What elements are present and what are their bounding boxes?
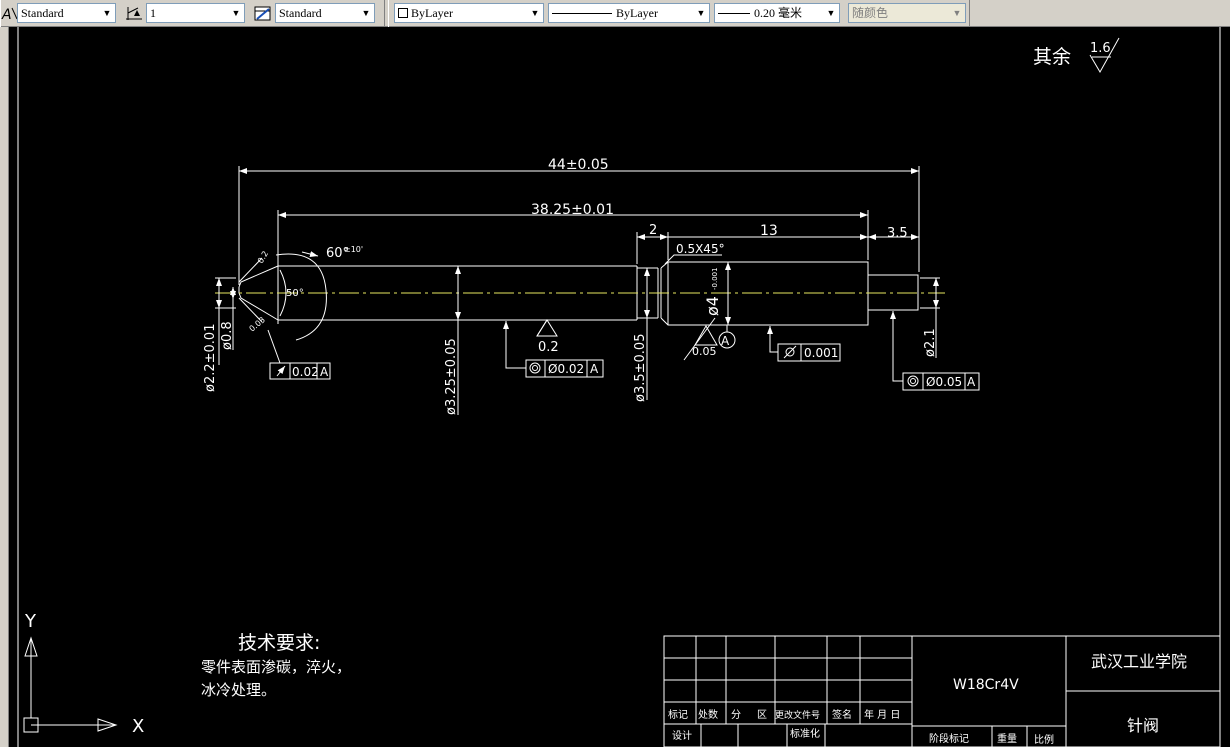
- title-block-texts: W18Cr4V 武汉工业学院 针阀 标记 处数 分 区 更改文件号 签名 年 月…: [668, 652, 1187, 746]
- svg-text:A: A: [1, 7, 12, 22]
- tb-h-sign: 签名: [832, 708, 852, 721]
- table-style-icon[interactable]: [253, 4, 271, 22]
- drawing-svg[interactable]: 其余 1.6 44±0.05 38.25±0.01 2 13 3.5 0.5X4…: [10, 27, 1230, 747]
- color-value: 随颜色: [852, 6, 889, 20]
- tb-h-stage: 阶段标记: [929, 732, 969, 745]
- dim-dia-3-25-text: ø3.25±0.05: [444, 338, 459, 415]
- notes-line2: 冰冷处理。: [201, 681, 276, 699]
- dim-dia-2-2-text: ø2.2±0.01: [203, 324, 218, 392]
- text-style-value: Standard: [21, 6, 64, 20]
- properties-toolbar: A Standard ▼ 1 ▼ Standard ▼ ByLayer ▼ By…: [0, 0, 1230, 27]
- dim-dia-4-tol-text: -0.001: [711, 267, 719, 290]
- layer-value: ByLayer: [411, 6, 453, 20]
- dim-tip-a-text: 0.2: [256, 249, 270, 265]
- text-style-icon[interactable]: A: [0, 4, 18, 23]
- tb-part-name: 针阀: [1127, 716, 1159, 735]
- gdt-conc2-datum: A: [967, 375, 976, 389]
- dim-groove-text: 2: [649, 223, 657, 238]
- chevron-down-icon: ▼: [949, 4, 965, 22]
- notes-line1: 零件表面渗碳，淬火，: [201, 658, 351, 676]
- linetype-value: ByLayer: [616, 6, 658, 20]
- dim-tip-b-text: 0.03: [248, 315, 267, 333]
- lineweight-combo[interactable]: 0.20 毫米 ▼: [714, 3, 840, 23]
- gdt-frames: [267, 312, 980, 391]
- tb-h-doc: 更改文件号: [775, 709, 820, 721]
- dim-chamfer-text: 0.5X45°: [676, 242, 725, 256]
- drawing-frame: [17, 27, 1221, 747]
- roughness-prefix: 其余: [1033, 46, 1071, 68]
- table-style-value: Standard: [279, 6, 322, 20]
- chevron-down-icon[interactable]: ▼: [358, 4, 374, 22]
- tb-school: 武汉工业学院: [1091, 652, 1187, 671]
- linetype-combo[interactable]: ByLayer ▼: [548, 3, 710, 23]
- tb-h-design: 设计: [672, 729, 692, 742]
- color-combo: 随颜色 ▼: [848, 3, 966, 23]
- notes-title: 技术要求:: [238, 632, 320, 654]
- dim-overall-text: 44±0.05: [548, 157, 609, 173]
- layer-combo[interactable]: ByLayer ▼: [394, 3, 544, 23]
- layer-color-swatch-icon: [398, 8, 408, 18]
- table-style-combo[interactable]: Standard ▼: [275, 3, 375, 23]
- dim-head-text: 13: [760, 223, 778, 239]
- chevron-down-icon[interactable]: ▼: [99, 4, 115, 22]
- roughness-value: 1.6: [1090, 41, 1111, 56]
- chevron-down-icon[interactable]: ▼: [228, 4, 244, 22]
- roughness-r1-text: 0.2: [538, 340, 559, 355]
- ucs-icon: [23, 636, 118, 733]
- dim-angle50-text: 50°: [286, 288, 304, 299]
- tb-h-scale: 比例: [1034, 733, 1054, 746]
- drawing-canvas[interactable]: 其余 1.6 44±0.05 38.25±0.01 2 13 3.5 0.5X4…: [10, 27, 1230, 747]
- tb-h-mark: 标记: [668, 709, 688, 721]
- ucs-x-label: X: [132, 716, 144, 737]
- chevron-down-icon[interactable]: ▼: [527, 4, 543, 22]
- dim-tail-text: 3.5: [887, 226, 908, 241]
- chevron-down-icon[interactable]: ▼: [823, 4, 839, 22]
- dim-scale-value: 1: [150, 6, 156, 20]
- dim-dia-3-5-text: ø3.5±0.05: [633, 334, 648, 402]
- roughness-r2-text: 0.05: [692, 345, 717, 358]
- dim-dia-4-text: ø4: [703, 296, 722, 316]
- gdt-runout-datum: A: [320, 365, 329, 379]
- tb-h-count: 处数: [698, 708, 718, 721]
- text-style-combo[interactable]: Standard ▼: [17, 3, 116, 23]
- left-docked-toolbar: [0, 27, 9, 747]
- lineweight-sample-icon: [718, 13, 750, 14]
- tb-h-zone-b: 区: [757, 709, 767, 721]
- gdt-conc1-datum: A: [590, 362, 599, 376]
- gdt-conc1-value: Ø0.02: [548, 362, 584, 376]
- lineweight-value: 0.20 毫米: [754, 6, 803, 20]
- gdt-leader-arrows: [503, 311, 896, 335]
- tb-material: W18Cr4V: [953, 677, 1019, 693]
- linetype-sample-icon: [552, 13, 612, 14]
- dim-angle60-tol-text: ±10': [344, 245, 363, 254]
- gdt-cyl-value: 0.001: [804, 346, 838, 360]
- tb-h-weight: 重量: [997, 732, 1017, 745]
- gdt-conc2-value: Ø0.05: [926, 375, 962, 389]
- roughness-symbols: [536, 319, 718, 346]
- dim-dia-2-1-text: ø2.1: [923, 328, 938, 357]
- chevron-down-icon[interactable]: ▼: [693, 4, 709, 22]
- datum-label: A: [721, 334, 730, 348]
- tb-h-date: 年 月 日: [864, 708, 900, 721]
- dim-dia-0-8-text: ø0.8: [220, 321, 235, 350]
- tb-h-zone-a: 分: [731, 709, 741, 721]
- ucs-y-label: Y: [24, 611, 37, 632]
- dim-style-icon[interactable]: [124, 4, 142, 22]
- dim-scale-combo[interactable]: 1 ▼: [146, 3, 245, 23]
- gdt-runout-value: 0.02: [292, 365, 319, 379]
- tb-h-standard: 标准化: [790, 727, 820, 740]
- dim-main-length-text: 38.25±0.01: [531, 202, 614, 218]
